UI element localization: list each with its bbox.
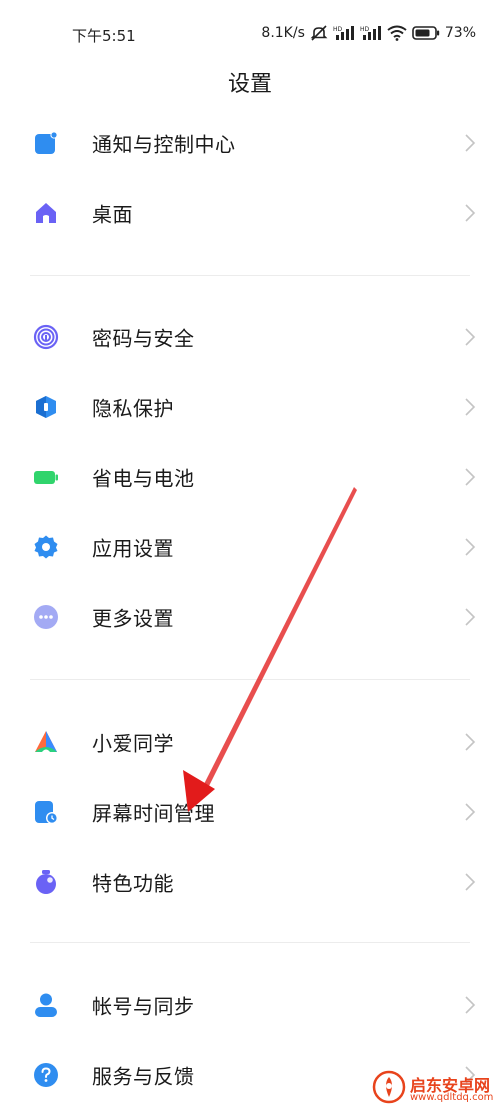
chevron-right-icon (464, 397, 476, 417)
home-icon (33, 200, 59, 226)
page-title: 设置 (227, 72, 272, 97)
settings-item-app-settings[interactable]: 应用设置 (0, 517, 500, 577)
settings-item-xiaoai[interactable]: 小爱同学 (0, 712, 500, 772)
chevron-right-icon (464, 607, 476, 627)
settings-item-label: 应用设置 (92, 536, 174, 561)
section-divider (30, 942, 470, 943)
settings-item-label: 小爱同学 (92, 731, 174, 756)
signal-icon-2: HD (360, 25, 382, 41)
chevron-right-icon (464, 467, 476, 487)
settings-item-label: 屏幕时间管理 (92, 801, 215, 826)
help-icon (33, 1062, 59, 1088)
chevron-right-icon (464, 327, 476, 347)
settings-item-special-features[interactable]: 特色功能 (0, 852, 500, 912)
wifi-icon (387, 25, 407, 41)
chevron-right-icon (464, 872, 476, 892)
section-divider (30, 679, 470, 680)
settings-item-label: 省电与电池 (92, 466, 195, 491)
account-icon (33, 992, 59, 1018)
features-icon (33, 869, 59, 895)
settings-item-label: 服务与反馈 (92, 1064, 195, 1089)
hd-label-1: HD (333, 26, 343, 33)
site-watermark: 启东安卓网 www.qdltdq.com (372, 1070, 497, 1108)
privacy-shield-icon (33, 394, 59, 420)
settings-item-label: 密码与安全 (92, 326, 195, 351)
chevron-right-icon (464, 802, 476, 822)
settings-item-label: 特色功能 (92, 871, 174, 896)
settings-item-account-sync[interactable]: 帐号与同步 (0, 975, 500, 1035)
settings-item-notifications[interactable]: 通知与控制中心 (0, 113, 500, 173)
more-dots-icon (33, 604, 59, 630)
status-bar: 下午5:51 8.1K/s HD HD 73% (0, 0, 500, 70)
fingerprint-icon (33, 324, 59, 350)
status-icons: 8.1K/s HD HD 73% (261, 25, 476, 41)
settings-item-label: 通知与控制中心 (92, 132, 236, 157)
settings-item-label: 桌面 (92, 202, 133, 227)
chevron-right-icon (464, 537, 476, 557)
settings-item-label: 更多设置 (92, 606, 174, 631)
chevron-right-icon (464, 133, 476, 153)
gear-icon (33, 534, 59, 560)
screen-time-icon (33, 799, 59, 825)
network-speed: 8.1K/s (261, 25, 305, 41)
watermark-url: www.qdltdq.com (410, 1092, 494, 1103)
mute-icon (310, 25, 328, 41)
status-time: 下午5:51 (72, 27, 136, 45)
settings-item-password-security[interactable]: 密码与安全 (0, 307, 500, 367)
settings-item-label: 隐私保护 (92, 396, 174, 421)
settings-item-more-settings[interactable]: 更多设置 (0, 587, 500, 647)
chevron-right-icon (464, 732, 476, 752)
settings-item-battery[interactable]: 省电与电池 (0, 447, 500, 507)
chevron-right-icon (464, 203, 476, 223)
settings-item-home-screen[interactable]: 桌面 (0, 183, 500, 243)
signal-icon-1: HD (333, 25, 355, 41)
battery-icon (33, 464, 59, 490)
settings-item-screen-time[interactable]: 屏幕时间管理 (0, 782, 500, 842)
xiaoai-icon (33, 729, 59, 755)
battery-percent: 73% (444, 25, 476, 41)
settings-item-privacy[interactable]: 隐私保护 (0, 377, 500, 437)
watermark-logo-icon (372, 1070, 406, 1104)
section-divider (30, 275, 470, 276)
notification-icon (33, 130, 59, 156)
battery-status-icon (412, 26, 440, 40)
settings-item-label: 帐号与同步 (92, 994, 195, 1019)
chevron-right-icon (464, 995, 476, 1015)
hd-label-2: HD (360, 26, 370, 33)
